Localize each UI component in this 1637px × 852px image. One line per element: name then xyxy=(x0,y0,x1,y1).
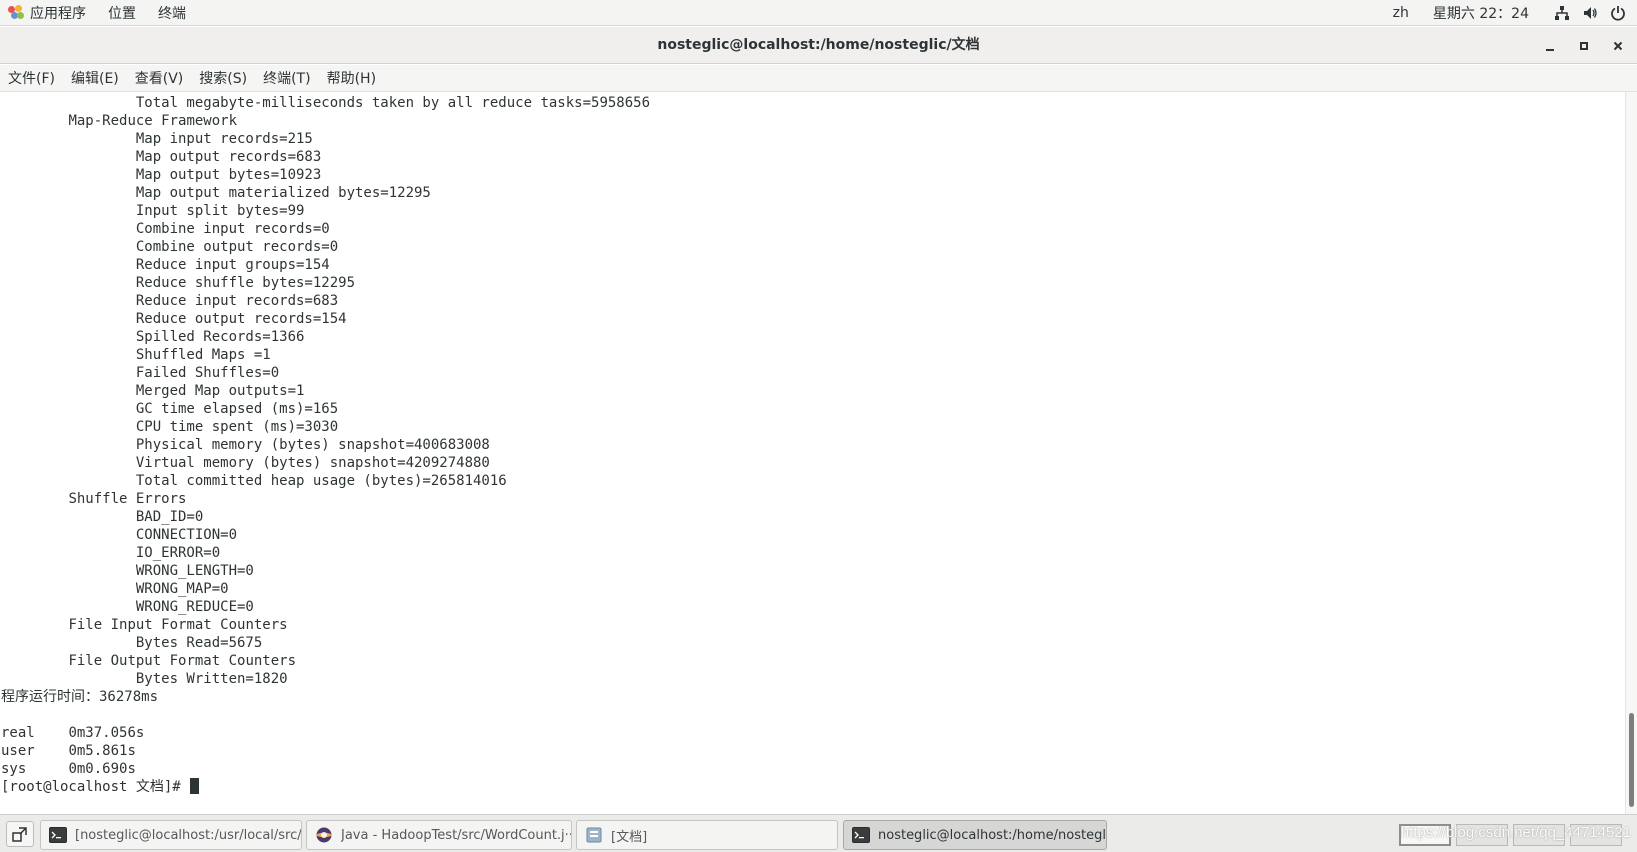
terminal-line: Map output bytes=10923 xyxy=(1,167,322,183)
terminal-menu-bar: 文件(F) 编辑(E) 查看(V) 搜索(S) 终端(T) 帮助(H) xyxy=(0,65,1637,92)
terminal-view[interactable]: Total megabyte-milliseconds taken by all… xyxy=(0,92,1625,814)
network-icon[interactable] xyxy=(1553,4,1571,22)
terminal-line: Merged Map outputs=1 xyxy=(1,383,305,399)
terminal-line: WRONG_MAP=0 xyxy=(1,581,229,597)
terminal-line: Combine input records=0 xyxy=(1,221,330,237)
watermark: https://blog.csdn.net/qq_44714521 xyxy=(1400,824,1631,841)
taskbar-item-label: Java - HadoopTest/src/WordCount.j··· xyxy=(341,827,571,843)
maximize-icon xyxy=(1580,42,1588,50)
taskbar-item[interactable]: [nosteglic@localhost:/usr/local/src/··· xyxy=(40,820,302,850)
minimize-button[interactable] xyxy=(1539,35,1561,57)
terminal-line: Reduce input records=683 xyxy=(1,293,339,309)
close-button[interactable] xyxy=(1607,35,1629,57)
terminal-icon xyxy=(49,827,75,843)
menu-edit[interactable]: 编辑(E) xyxy=(71,68,119,88)
terminal-line: Virtual memory (bytes) snapshot=42092748… xyxy=(1,455,490,471)
input-method-indicator[interactable]: zh xyxy=(1393,5,1409,21)
window-title-bar[interactable]: nosteglic@localhost:/home/nosteglic/文档 xyxy=(0,27,1637,64)
terminal-line: File Input Format Counters xyxy=(1,617,297,633)
terminal-line: Reduce shuffle bytes=12295 xyxy=(1,275,356,291)
maximize-button[interactable] xyxy=(1573,35,1595,57)
terminal-line: Reduce output records=154 xyxy=(1,311,347,327)
terminal-line: WRONG_LENGTH=0 xyxy=(1,563,254,579)
terminal-line: Combine output records=0 xyxy=(1,239,339,255)
show-desktop-button[interactable] xyxy=(6,821,34,847)
panel-left: 应用程序 位置 终端 xyxy=(0,0,208,26)
terminal-line: GC time elapsed (ms)=165 xyxy=(1,401,339,417)
power-icon[interactable] xyxy=(1609,4,1627,22)
taskbar-item[interactable]: Java - HadoopTest/src/WordCount.j··· xyxy=(306,820,572,850)
terminal-line: Map output materialized bytes=12295 xyxy=(1,185,431,201)
terminal-line: Reduce input groups=154 xyxy=(1,257,330,273)
terminal-line: WRONG_REDUCE=0 xyxy=(1,599,254,615)
terminal-line: user 0m5.861s xyxy=(1,743,136,759)
eclipse-icon xyxy=(315,827,341,843)
applications-icon[interactable] xyxy=(8,5,24,21)
terminal-line: Failed Shuffles=0 xyxy=(1,365,280,381)
file-manager-icon xyxy=(585,827,611,843)
terminal-line: BAD_ID=0 xyxy=(1,509,204,525)
terminal-line: Map output records=683 xyxy=(1,149,322,165)
terminal-line: Map input records=215 xyxy=(1,131,313,147)
terminal-line: 程序运行时间：36278ms xyxy=(1,689,159,705)
terminal-icon xyxy=(852,827,878,843)
menu-search[interactable]: 搜索(S) xyxy=(199,68,247,88)
window-title: nosteglic@localhost:/home/nosteglic/文档 xyxy=(657,37,980,53)
taskbar-item-label: [nosteglic@localhost:/usr/local/src/··· xyxy=(75,827,301,843)
taskbar-item[interactable]: [文档] xyxy=(576,820,838,850)
terminal-line: Bytes Read=5675 xyxy=(1,635,263,651)
terminal-line: File Output Format Counters xyxy=(1,653,305,669)
taskbar-item-label: nosteglic@localhost:/home/nostegli··· xyxy=(878,827,1106,843)
terminal-line: Bytes Written=1820 xyxy=(1,671,288,687)
top-panel: 应用程序 位置 终端 zh 星期六 22：24 xyxy=(0,0,1637,26)
terminal-line: Shuffle Errors xyxy=(1,491,187,507)
shell-prompt[interactable]: [root@localhost 文档]# xyxy=(1,778,650,796)
places-menu[interactable]: 位置 xyxy=(108,3,136,23)
text-cursor xyxy=(190,778,200,794)
terminal-line: Total committed heap usage (bytes)=26581… xyxy=(1,473,507,489)
prompt-text: [root@localhost 文档]# xyxy=(1,779,190,795)
clock[interactable]: 星期六 22：24 xyxy=(1433,3,1529,23)
terminal-line: sys 0m0.690s xyxy=(1,761,136,777)
show-desktop-icon xyxy=(12,827,27,842)
terminal-line: Shuffled Maps =1 xyxy=(1,347,271,363)
terminal-line: Map-Reduce Framework xyxy=(1,113,238,129)
taskbar-item-label: [文档] xyxy=(611,829,648,845)
terminal-line: real 0m37.056s xyxy=(1,725,145,741)
menu-help[interactable]: 帮助(H) xyxy=(327,68,376,88)
terminal-line: CONNECTION=0 xyxy=(1,527,238,543)
taskbar-item[interactable]: nosteglic@localhost:/home/nostegli··· xyxy=(843,820,1107,850)
terminal-line: IO_ERROR=0 xyxy=(1,545,221,561)
terminal-scrollbar[interactable] xyxy=(1625,92,1637,814)
volume-icon[interactable] xyxy=(1581,4,1599,22)
terminal-app-menu[interactable]: 终端 xyxy=(158,3,186,23)
terminal-line: Spilled Records=1366 xyxy=(1,329,305,345)
scrollbar-thumb[interactable] xyxy=(1629,712,1634,807)
terminal-line: CPU time spent (ms)=3030 xyxy=(1,419,339,435)
close-icon xyxy=(1613,41,1623,51)
applications-menu[interactable]: 应用程序 xyxy=(30,3,86,23)
minimize-icon xyxy=(1546,49,1554,51)
menu-view[interactable]: 查看(V) xyxy=(135,68,184,88)
menu-file[interactable]: 文件(F) xyxy=(8,68,55,88)
menu-terminal[interactable]: 终端(T) xyxy=(263,68,310,88)
taskbar: [nosteglic@localhost:/usr/local/src/··· J… xyxy=(0,814,1637,852)
terminal-line: Total megabyte-milliseconds taken by all… xyxy=(1,95,651,111)
panel-right: zh 星期六 22：24 xyxy=(1393,0,1637,26)
terminal-output: Total megabyte-milliseconds taken by all… xyxy=(1,94,650,796)
terminal-line: Physical memory (bytes) snapshot=4006830… xyxy=(1,437,490,453)
terminal-line: Input split bytes=99 xyxy=(1,203,305,219)
